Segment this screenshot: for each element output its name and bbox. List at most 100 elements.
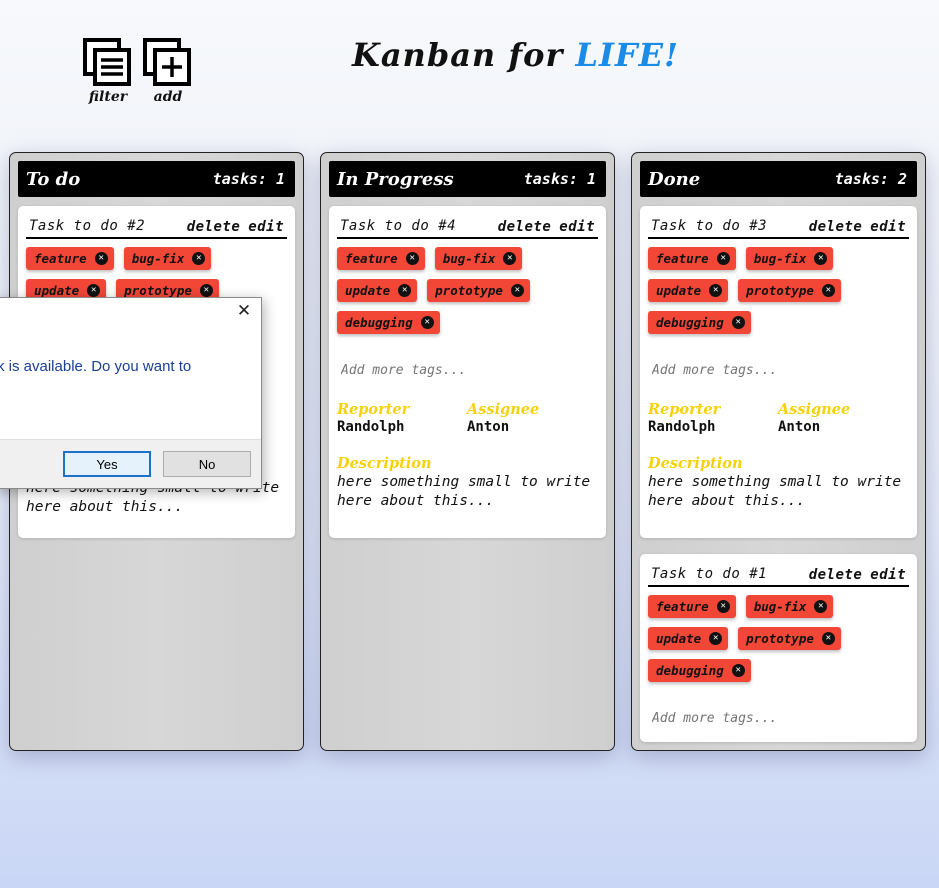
tag-label: update xyxy=(345,283,391,298)
description-text: here something small to write here about… xyxy=(648,474,902,509)
card-header: Task to do #3 delete edit xyxy=(648,213,909,239)
tag-label: update xyxy=(656,631,702,646)
edit-button[interactable]: edit xyxy=(248,219,284,235)
remove-tag-icon[interactable]: ✕ xyxy=(821,632,835,645)
remove-tag-icon[interactable]: ✕ xyxy=(94,252,108,265)
filter-button[interactable]: filter xyxy=(82,38,134,105)
reporter: Reporter Randolph xyxy=(337,401,467,435)
add-tags-input[interactable] xyxy=(337,359,598,381)
tag-label: update xyxy=(34,283,80,298)
task-count: tasks: 1 xyxy=(212,170,285,188)
assignee-name: Anton xyxy=(778,419,821,435)
tag: update ✕ xyxy=(337,279,418,302)
description-label: Description xyxy=(337,455,432,472)
tag-label: feature xyxy=(34,251,87,266)
edit-button[interactable]: edit xyxy=(870,219,906,235)
remove-tag-icon[interactable]: ✕ xyxy=(814,252,828,265)
remove-tag-icon[interactable]: ✕ xyxy=(503,252,517,265)
confirm-dialog: ✕ k is available. Do you want to Yes No xyxy=(0,297,262,489)
column-header: To do tasks: 1 xyxy=(18,161,295,197)
remove-tag-icon[interactable]: ✕ xyxy=(716,252,730,265)
tag-label: debugging xyxy=(345,315,413,330)
task-card: Task to do #3 delete edit feature ✕ bug-fi… xyxy=(640,206,917,538)
dialog-message-text: k is available. Do you want to xyxy=(0,358,192,375)
card-header: Task to do #4 delete edit xyxy=(337,213,598,239)
remove-tag-icon[interactable]: ✕ xyxy=(716,600,730,613)
task-card: Task to do #4 delete edit feature ✕ bug-fi… xyxy=(329,206,606,538)
tag-label: prototype xyxy=(746,631,814,646)
app-title: Kanban for LIFE! xyxy=(352,36,679,74)
tag: bug-fix ✕ xyxy=(434,247,523,270)
yes-button[interactable]: Yes xyxy=(63,451,151,477)
assignee: Assignee Anton xyxy=(467,401,597,435)
tag: debugging ✕ xyxy=(648,659,751,682)
add-button[interactable]: add xyxy=(142,38,194,105)
tag: bug-fix ✕ xyxy=(745,595,834,618)
card-actions: delete edit xyxy=(801,216,906,235)
remove-tag-icon[interactable]: ✕ xyxy=(814,600,828,613)
task-count: tasks: 1 xyxy=(523,170,596,188)
remove-tag-icon[interactable]: ✕ xyxy=(199,284,213,297)
reporter-label: Reporter xyxy=(337,401,410,418)
list-stack-icon xyxy=(83,38,131,86)
remove-tag-icon[interactable]: ✕ xyxy=(405,252,419,265)
delete-button[interactable]: delete xyxy=(809,219,863,235)
remove-tag-icon[interactable]: ✕ xyxy=(709,284,723,297)
remove-tag-icon[interactable]: ✕ xyxy=(731,664,745,677)
assignee-label: Assignee xyxy=(467,401,540,418)
card-title: Task to do #4 xyxy=(340,217,457,234)
description: Description here something small to writ… xyxy=(337,455,598,511)
delete-button[interactable]: delete xyxy=(498,219,552,235)
remove-tag-icon[interactable]: ✕ xyxy=(731,316,745,329)
remove-tag-icon[interactable]: ✕ xyxy=(510,284,524,297)
add-tags-input[interactable] xyxy=(648,707,909,729)
delete-button[interactable]: delete xyxy=(809,567,863,583)
tag-label: debugging xyxy=(656,315,724,330)
card-header: Task to do #2 delete edit xyxy=(26,213,287,239)
task-card: Task to do #1 delete edit feature ✕ bug-fi… xyxy=(640,554,917,742)
remove-tag-icon[interactable]: ✕ xyxy=(709,632,723,645)
filter-label: filter xyxy=(88,89,128,105)
assignee: Assignee Anton xyxy=(778,401,908,435)
tag: debugging ✕ xyxy=(648,311,751,334)
task-count: tasks: 2 xyxy=(834,170,907,188)
tag: update ✕ xyxy=(648,279,729,302)
add-label: add xyxy=(153,89,183,105)
remove-tag-icon[interactable]: ✕ xyxy=(87,284,101,297)
remove-tag-icon[interactable]: ✕ xyxy=(420,316,434,329)
add-tags-input[interactable] xyxy=(648,359,909,381)
no-button[interactable]: No xyxy=(163,451,251,477)
tag-label: feature xyxy=(345,251,398,266)
remove-tag-icon[interactable]: ✕ xyxy=(821,284,835,297)
tag: bug-fix ✕ xyxy=(123,247,212,270)
edit-button[interactable]: edit xyxy=(870,567,906,583)
tag-label: prototype xyxy=(124,283,192,298)
edit-button[interactable]: edit xyxy=(559,219,595,235)
remove-tag-icon[interactable]: ✕ xyxy=(192,252,206,265)
tag-list: feature ✕ bug-fix ✕ update ✕ prototype ✕ deb… xyxy=(337,247,598,343)
tag-label: feature xyxy=(656,599,709,614)
tag: feature ✕ xyxy=(26,247,114,270)
app-title-prefix: Kanban for xyxy=(352,36,576,74)
tag: feature ✕ xyxy=(337,247,425,270)
remove-tag-icon[interactable]: ✕ xyxy=(398,284,412,297)
tag: prototype ✕ xyxy=(738,279,841,302)
tag-label: debugging xyxy=(656,663,724,678)
tag: debugging ✕ xyxy=(337,311,440,334)
close-icon[interactable]: ✕ xyxy=(235,302,253,320)
tag: prototype ✕ xyxy=(427,279,530,302)
card-title: Task to do #3 xyxy=(651,217,768,234)
tag-list: feature ✕ bug-fix ✕ update ✕ prototype ✕ deb… xyxy=(648,595,909,691)
reporter-name: Randolph xyxy=(648,419,716,435)
column-title: To do xyxy=(26,168,81,190)
tag: feature ✕ xyxy=(648,595,736,618)
reporter: Reporter Randolph xyxy=(648,401,778,435)
column-in-progress: In Progress tasks: 1 Task to do #4 delet… xyxy=(320,152,615,751)
tag: bug-fix ✕ xyxy=(745,247,834,270)
delete-button[interactable]: delete xyxy=(187,219,241,235)
tag-label: prototype xyxy=(435,283,503,298)
column-title: In Progress xyxy=(337,168,454,190)
assignee-label: Assignee xyxy=(778,401,851,418)
column-title: Done xyxy=(648,168,701,190)
card-actions: delete edit xyxy=(179,216,284,235)
